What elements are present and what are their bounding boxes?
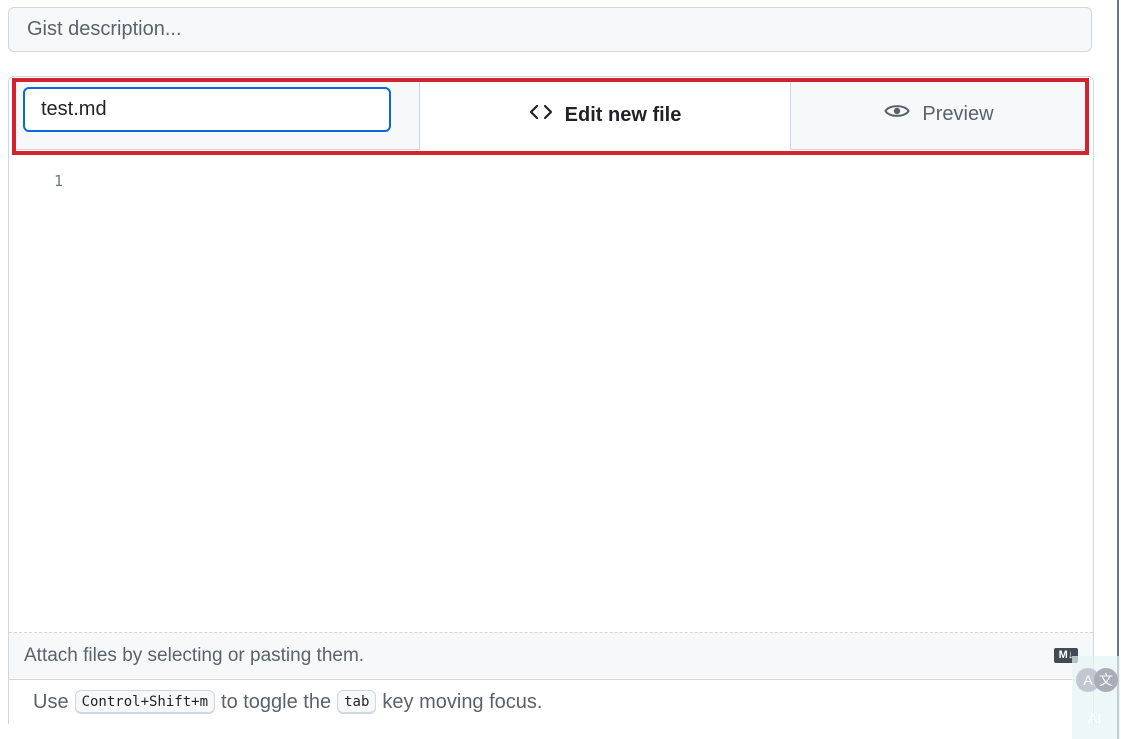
translate-widget[interactable]: A 文 AI [1072,656,1120,739]
keyboard-tip: Use Control+Shift+m to toggle the tab ke… [9,679,1093,724]
tip-middle: to toggle the [221,690,332,713]
tab-preview-label: Preview [922,102,994,125]
eye-icon [884,101,911,127]
code-editor[interactable] [90,160,1080,630]
tab-edit-label: Edit new file [564,103,682,126]
ai-label: AI [1088,710,1102,726]
gist-description-input[interactable]: Gist description... [8,7,1092,52]
filename-input[interactable]: test.md [23,87,391,132]
code-icon [529,102,553,128]
translate-icon-secondary: 文 [1094,668,1118,692]
tab-edit-new-file[interactable]: Edit new file [419,80,791,150]
tab-kbd: tab [337,690,377,714]
attach-files-bar[interactable]: Attach files by selecting or pasting the… [9,632,1093,678]
attach-files-text: Attach files by selecting or pasting the… [24,645,365,666]
tip-prefix: Use [33,690,69,713]
line-number: 1 [54,172,64,190]
tip-suffix: key moving focus. [382,690,543,713]
window-edge [1117,0,1119,739]
shortcut-kbd: Control+Shift+m [74,690,216,714]
tab-preview[interactable]: Preview [791,80,1087,148]
